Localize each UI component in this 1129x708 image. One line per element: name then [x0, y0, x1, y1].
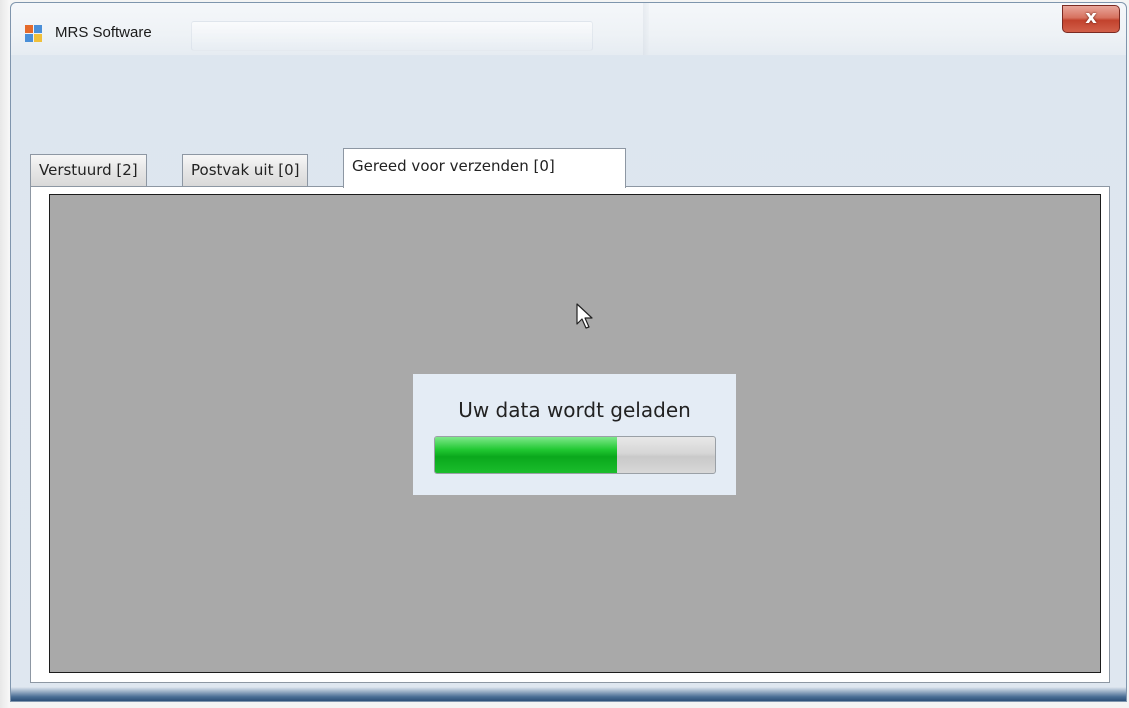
loading-dialog: Uw data wordt geladen	[413, 374, 736, 495]
background-window-ghost	[191, 21, 593, 51]
tab-gereed-voor-verzenden[interactable]: Gereed voor verzenden [0]	[343, 148, 626, 188]
loading-message: Uw data wordt geladen	[458, 398, 691, 422]
progress-bar	[434, 436, 716, 474]
window-title: MRS Software	[55, 24, 152, 41]
window-bottom-frame	[11, 687, 1126, 701]
desktop-background	[0, 0, 10, 708]
title-bar[interactable]: MRS Software x	[11, 3, 1126, 55]
tab-postvak-uit[interactable]: Postvak uit [0]	[182, 154, 309, 186]
close-icon: x	[1085, 7, 1097, 28]
close-button[interactable]: x	[1062, 5, 1120, 33]
progress-bar-fill	[435, 437, 617, 473]
mouse-pointer-icon	[576, 303, 593, 329]
tab-verstuurd[interactable]: Verstuurd [2]	[30, 154, 147, 186]
background-window-edge	[643, 3, 649, 55]
app-icon[interactable]	[25, 25, 43, 43]
